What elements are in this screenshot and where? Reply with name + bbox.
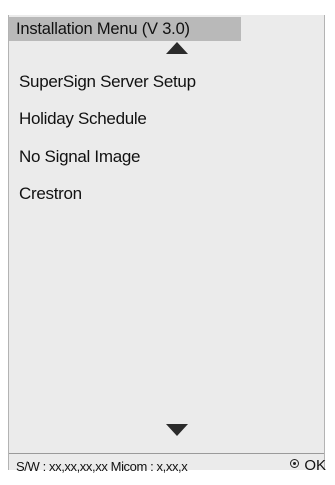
menu-item-crestron[interactable]: Crestron (19, 184, 82, 204)
installation-menu-panel: Installation Menu (V 3.0) SuperSign Serv… (8, 15, 326, 474)
scroll-down-arrow-icon[interactable] (166, 424, 188, 436)
menu-item-no-signal-image[interactable]: No Signal Image (19, 147, 140, 167)
menu-title: Installation Menu (V 3.0) (16, 20, 190, 38)
title-bar: Installation Menu (V 3.0) (9, 17, 241, 41)
menu-item-holiday-schedule[interactable]: Holiday Schedule (19, 109, 147, 129)
menu-item-supersign-server-setup[interactable]: SuperSign Server Setup (19, 72, 196, 92)
circle-dot-icon (290, 459, 300, 468)
version-info: S/W : xx,xx,xx,xx Micom : x,xx,x (16, 459, 188, 474)
scroll-up-arrow-icon[interactable] (166, 42, 188, 54)
ok-button[interactable]: OK (290, 456, 326, 476)
footer-divider (9, 453, 324, 454)
ok-label: OK (304, 457, 326, 474)
